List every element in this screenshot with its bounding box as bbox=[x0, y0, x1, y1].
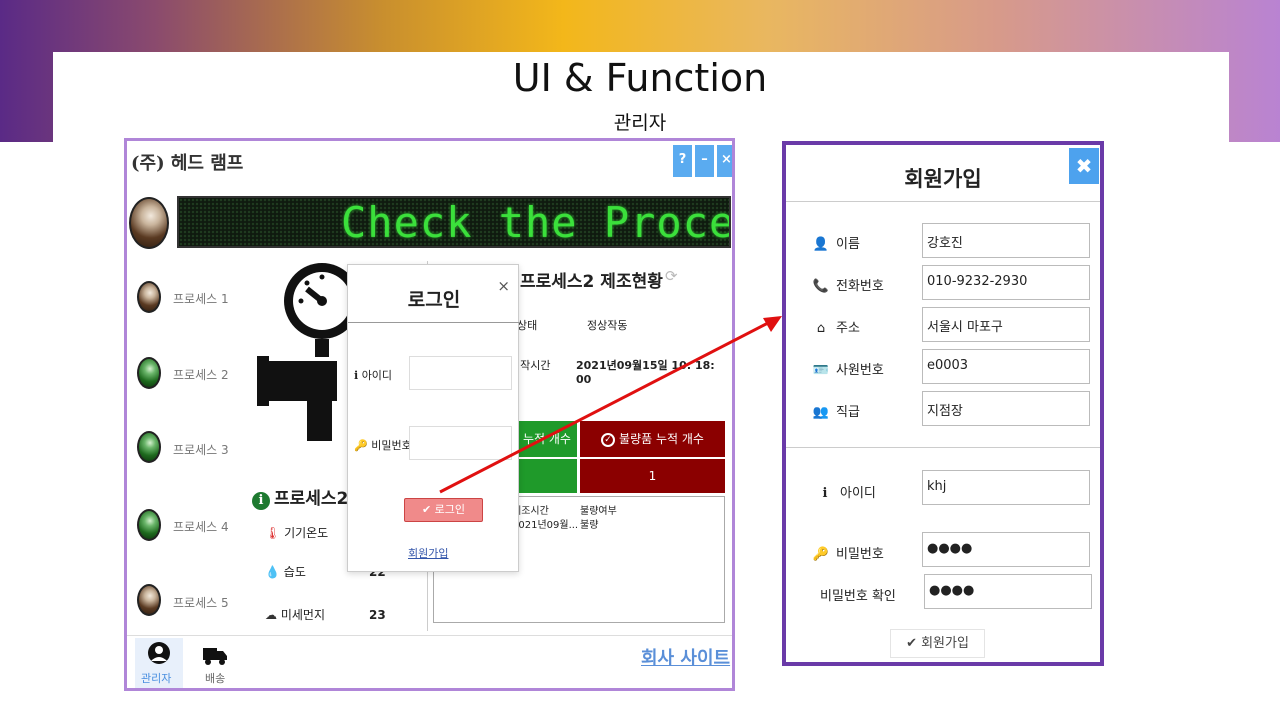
process-2-label[interactable]: 프로세스 2 bbox=[173, 366, 229, 383]
login-button[interactable]: ✔ 로그인 bbox=[404, 498, 483, 522]
position-input[interactable]: 지점장 bbox=[922, 391, 1090, 426]
signup-close-button[interactable]: ✖ bbox=[1069, 148, 1099, 184]
help-button[interactable]: ? bbox=[673, 145, 692, 177]
table-cell: 불량 bbox=[580, 520, 599, 531]
employee-id-input[interactable]: e0003 bbox=[922, 349, 1090, 384]
login-pw-input[interactable] bbox=[409, 426, 512, 460]
login-id-input[interactable] bbox=[409, 356, 512, 390]
login-dialog: 로그인 × i 아이디 🔑 비밀번호 ✔ 로그인 회원가입 bbox=[347, 264, 520, 572]
login-close-icon[interactable]: × bbox=[497, 277, 510, 295]
table-header: 불량여부 bbox=[580, 506, 617, 517]
info-icon: i bbox=[354, 369, 359, 382]
pressure-gauge-icon bbox=[257, 263, 357, 441]
user-icon bbox=[148, 642, 170, 664]
main-status-knob-icon bbox=[129, 197, 169, 249]
process-1-label[interactable]: 프로세스 1 bbox=[173, 290, 229, 307]
process-1-status-icon[interactable] bbox=[137, 281, 161, 313]
refresh-icon[interactable]: ⟳ bbox=[665, 267, 678, 285]
process-4-status-icon[interactable] bbox=[137, 509, 161, 541]
phone-label: 📞 전화번호 bbox=[812, 279, 884, 294]
user-icon: 👤 bbox=[812, 237, 830, 252]
led-ticker: Check the Process bbox=[177, 196, 731, 248]
bad-count-value: 1 bbox=[580, 459, 725, 493]
divider bbox=[786, 447, 1100, 448]
process-detail-title: 프로세스2 제조현황 bbox=[520, 272, 663, 292]
droplet-icon: 💧 bbox=[265, 565, 280, 579]
name-input[interactable]: 강호진 bbox=[922, 223, 1090, 258]
password-label: 🔑 비밀번호 bbox=[812, 547, 884, 562]
start-time-value: 2021년09월15일 10: 18: 00 bbox=[576, 359, 715, 386]
check-circle-icon: ✓ bbox=[601, 432, 616, 447]
name-label: 👤 이름 bbox=[812, 237, 860, 252]
nav-admin-tab[interactable]: 관리자 bbox=[135, 638, 183, 688]
id-input[interactable]: khj bbox=[922, 470, 1090, 505]
cloud-icon: ☁ bbox=[265, 608, 277, 622]
process-5-label[interactable]: 프로세스 5 bbox=[173, 594, 229, 611]
good-count-value bbox=[517, 459, 577, 493]
process-5-status-icon[interactable] bbox=[137, 584, 161, 616]
key-icon: 🔑 bbox=[354, 439, 368, 452]
nav-admin-label: 관리자 bbox=[141, 672, 172, 685]
good-count-header: 누적 개수 bbox=[517, 421, 577, 457]
address-label: ⌂ 주소 bbox=[812, 317, 860, 336]
address-input[interactable]: 서울시 마포구 bbox=[922, 307, 1090, 342]
info-icon: i bbox=[822, 486, 828, 501]
signup-title: 회원가입 bbox=[904, 167, 982, 191]
phone-icon: 📞 bbox=[812, 279, 830, 294]
key-icon: 🔑 bbox=[812, 547, 830, 562]
users-icon: 👥 bbox=[812, 405, 830, 420]
id-label: i 아이디 bbox=[816, 482, 876, 501]
divider bbox=[786, 201, 1100, 202]
status-label: 상태 bbox=[517, 319, 538, 332]
divider bbox=[348, 322, 520, 323]
bad-count-label: 불량품 누적 개수 bbox=[619, 432, 704, 446]
login-id-label: i 아이디 bbox=[354, 369, 393, 382]
password-confirm-input[interactable]: ●●●● bbox=[924, 574, 1092, 609]
bad-count-header: ✓ 불량품 누적 개수 bbox=[580, 421, 725, 457]
sensor-humidity-label: 💧 습도 bbox=[265, 565, 306, 579]
employee-id-label: 🪪 사원번호 bbox=[812, 363, 884, 378]
home-icon: ⌂ bbox=[816, 321, 826, 336]
process-monitor-window: (주) 헤드 램프 ? – × Check the Process 프로세스 1… bbox=[124, 138, 735, 691]
truck-icon[interactable] bbox=[203, 644, 227, 666]
company-name: (주) 헤드 램프 bbox=[131, 153, 244, 174]
password-confirm-label: 비밀번호 확인 bbox=[820, 589, 896, 604]
signup-window: 회원가입 ✖ 👤 이름 강호진 📞 전화번호 010-9232-2930 ⌂ 주소 서… bbox=[782, 141, 1104, 666]
signup-link[interactable]: 회원가입 bbox=[408, 545, 448, 561]
minimize-button[interactable]: – bbox=[695, 145, 714, 177]
process-2-status-icon[interactable] bbox=[137, 357, 161, 389]
close-button[interactable]: × bbox=[717, 145, 732, 177]
page-title: UI & Function bbox=[512, 56, 768, 100]
login-pw-label: 🔑 비밀번호 bbox=[354, 439, 412, 452]
table-cell: 2021년09월... bbox=[512, 520, 579, 531]
position-label: 👥 직급 bbox=[812, 405, 860, 420]
thermometer-icon: 🌡 bbox=[265, 526, 281, 540]
sensor-dust-label: ☁ 미세먼지 bbox=[265, 608, 325, 622]
password-input[interactable]: ●●●● bbox=[922, 532, 1090, 567]
phone-input[interactable]: 010-9232-2930 bbox=[922, 265, 1090, 300]
process-4-label[interactable]: 프로세스 4 bbox=[173, 518, 229, 535]
sensor-temperature-label: 🌡 기기온도 bbox=[265, 526, 329, 540]
sensor-panel-title: i 프로세스2 bbox=[252, 484, 348, 510]
status-value: 정상작동 bbox=[587, 319, 628, 332]
login-title: 로그인 bbox=[407, 289, 461, 311]
info-icon: i bbox=[252, 492, 270, 510]
nav-delivery-label[interactable]: 배송 bbox=[205, 670, 225, 686]
footer-divider bbox=[127, 635, 732, 636]
page-subtitle: 관리자 bbox=[613, 112, 667, 134]
sensor-dust-value: 23 bbox=[369, 608, 386, 622]
company-site-link[interactable]: 회사 사이트 bbox=[641, 644, 730, 670]
signup-submit-button[interactable]: ✔ 회원가입 bbox=[890, 629, 985, 658]
id-card-icon: 🪪 bbox=[812, 363, 830, 378]
process-3-status-icon[interactable] bbox=[137, 431, 161, 463]
ticker-text: Check the Process bbox=[341, 198, 731, 247]
process-3-label[interactable]: 프로세스 3 bbox=[173, 441, 229, 458]
